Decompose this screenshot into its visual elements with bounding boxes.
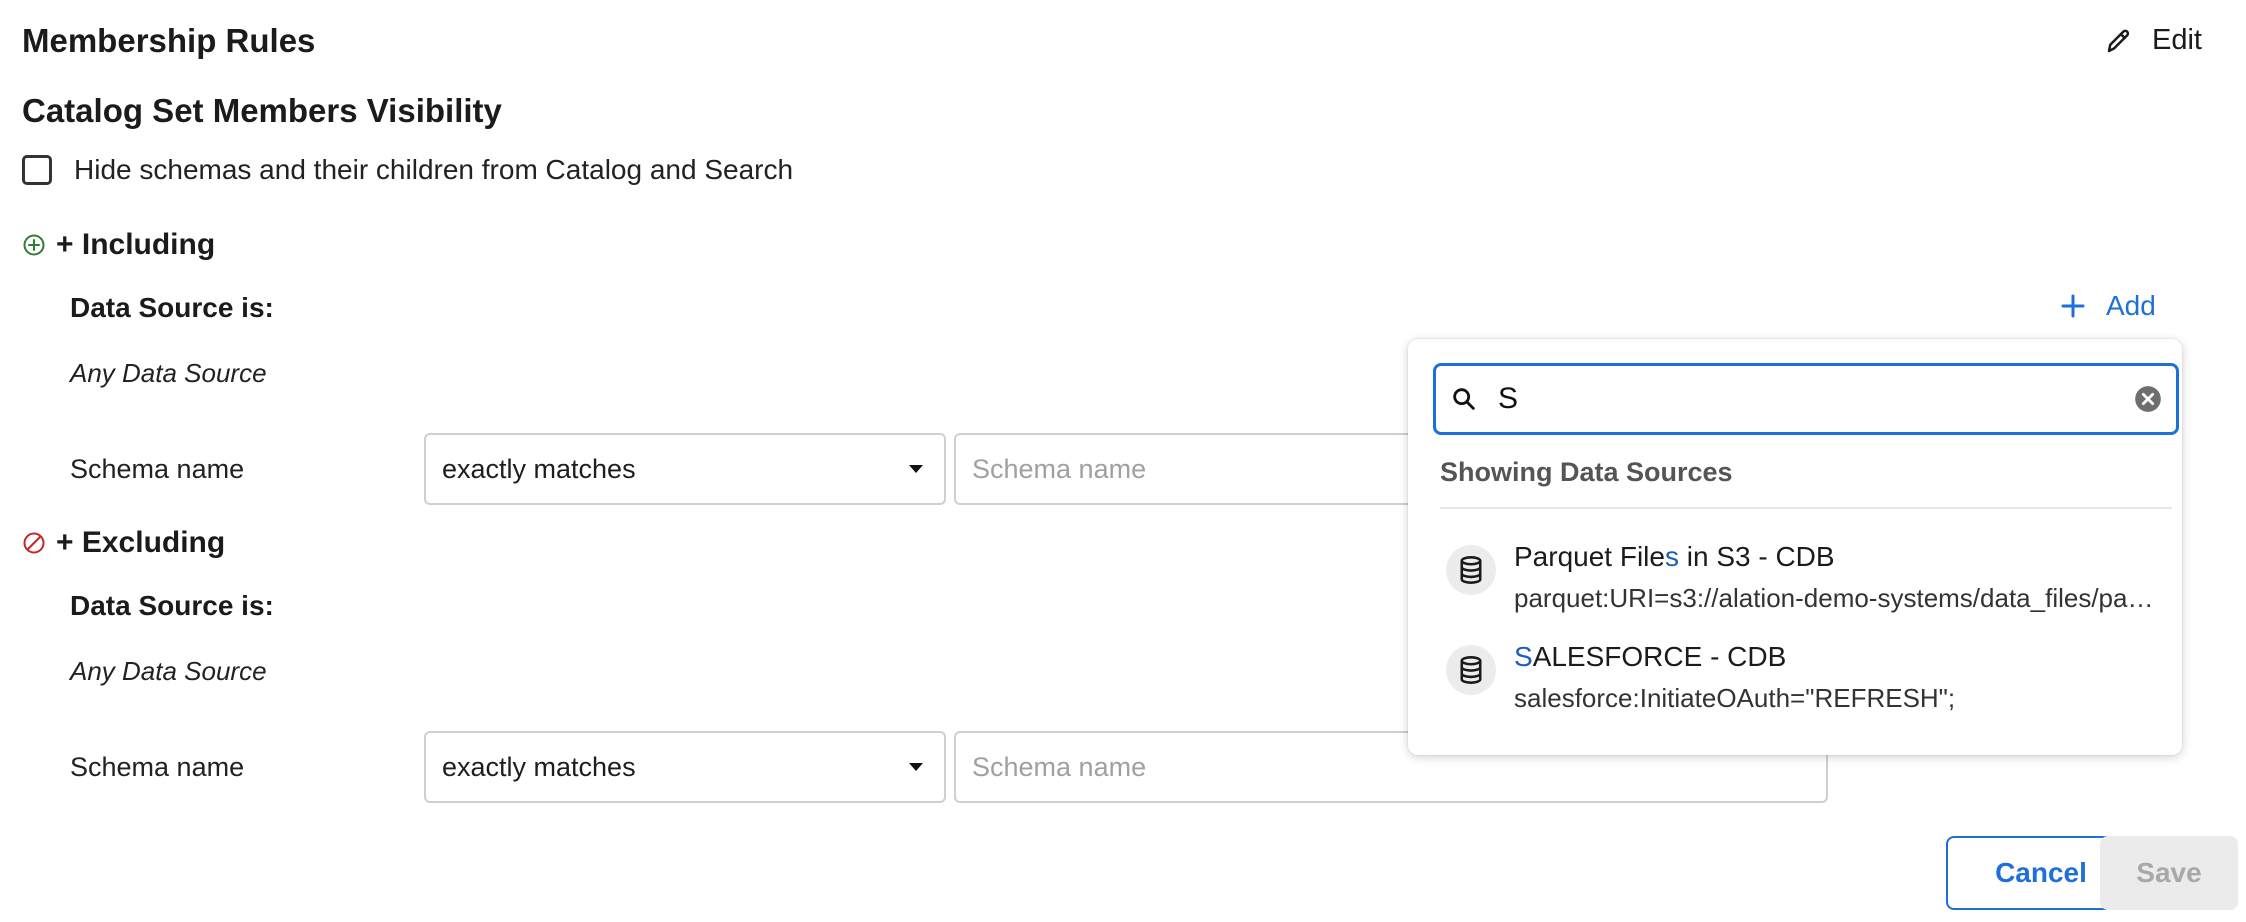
excluding-match-select[interactable]: exactly matches	[424, 731, 946, 803]
save-button[interactable]: Save	[2100, 836, 2238, 910]
edit-button[interactable]: Edit	[2104, 24, 2202, 57]
including-data-source-label: Data Source is:	[70, 292, 274, 323]
plus-circle-icon	[23, 234, 45, 256]
database-icon	[1446, 645, 1496, 695]
excluding-data-source-label: Data Source is:	[70, 590, 274, 621]
option-title: Parquet Files in S3 - CDB	[1514, 541, 1835, 572]
excluding-schema-row-label: Schema name	[70, 752, 245, 782]
option-title: SALESFORCE - CDB	[1514, 641, 1787, 672]
pencil-icon	[2107, 29, 2130, 52]
including-match-select[interactable]: exactly matches	[424, 433, 946, 505]
page-title: Membership Rules	[22, 22, 316, 59]
including-header: + Including	[22, 228, 215, 262]
including-schema-name-input[interactable]	[954, 433, 1414, 505]
hide-schemas-label: Hide schemas and their children from Cat…	[74, 154, 794, 185]
including-data-source-value: Any Data Source	[70, 358, 267, 388]
excluding-header: + Excluding	[22, 526, 225, 560]
excluding-data-source-value: Any Data Source	[70, 656, 267, 686]
hide-schemas-row: Hide schemas and their children from Cat…	[22, 154, 793, 186]
option-subtitle: salesforce:InitiateOAuth="REFRESH";	[1514, 683, 1956, 713]
data-source-search-input[interactable]	[1498, 382, 2134, 416]
search-icon	[1453, 388, 1475, 410]
caret-down-icon	[909, 763, 923, 771]
option-subtitle: parquet:URI=s3://alation-demo-systems/da…	[1514, 583, 2154, 613]
excluding-header-label: + Excluding	[56, 526, 226, 559]
data-source-search[interactable]	[1433, 363, 2179, 435]
including-match-select-value: exactly matches	[442, 453, 636, 484]
database-icon	[1446, 545, 1496, 595]
data-source-option-salesforce[interactable]: SALESFORCE - CDB salesforce:InitiateOAut…	[1446, 641, 2156, 714]
plus-icon	[2061, 294, 2085, 318]
data-source-option-parquet[interactable]: Parquet Files in S3 - CDB parquet:URI=s3…	[1446, 541, 2156, 614]
including-schema-row-label: Schema name	[70, 454, 245, 484]
add-label: Add	[2106, 290, 2156, 321]
caret-down-icon	[909, 465, 923, 473]
block-icon	[23, 532, 45, 554]
clear-icon[interactable]	[2134, 385, 2162, 413]
showing-data-sources-label: Showing Data Sources	[1440, 457, 1733, 487]
hide-schemas-checkbox[interactable]	[22, 155, 52, 185]
excluding-match-select-value: exactly matches	[442, 751, 636, 782]
dropdown-divider	[1440, 507, 2172, 509]
visibility-section-title: Catalog Set Members Visibility	[22, 92, 502, 129]
including-header-label: + Including	[56, 228, 216, 261]
edit-label: Edit	[2152, 24, 2202, 56]
add-data-source-button[interactable]: Add	[2058, 290, 2156, 322]
data-source-dropdown: Showing Data Sources Parquet Files in S3…	[1408, 339, 2182, 755]
